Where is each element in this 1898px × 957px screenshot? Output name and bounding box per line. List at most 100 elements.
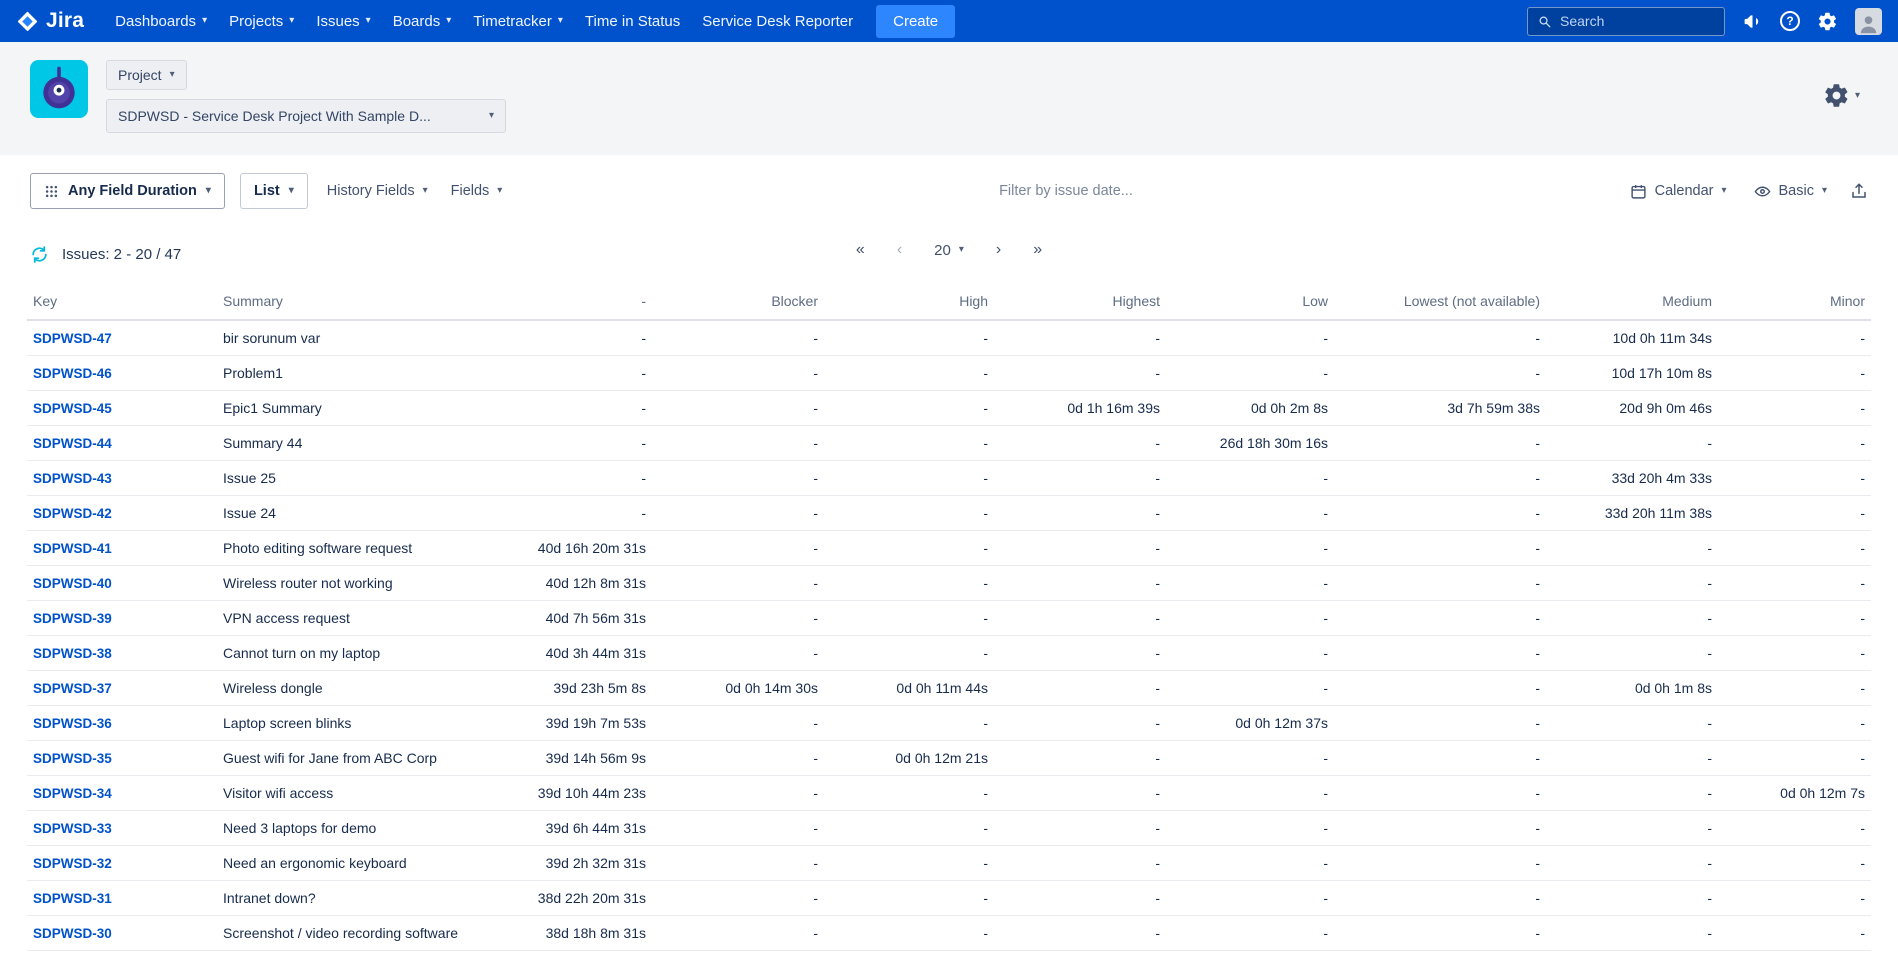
issue-key-link[interactable]: SDPWSD-35 bbox=[33, 751, 112, 766]
issue-key-link[interactable]: SDPWSD-30 bbox=[33, 926, 112, 941]
issue-summary: Intranet down? bbox=[217, 881, 517, 916]
first-page-button[interactable]: « bbox=[856, 241, 865, 259]
duration-cell: - bbox=[1166, 881, 1334, 916]
jira-logo-text: Jira bbox=[46, 9, 84, 33]
duration-cell: - bbox=[652, 776, 824, 811]
column-header-minor[interactable]: Minor bbox=[1718, 283, 1871, 320]
nav-item-boards[interactable]: Boards▾ bbox=[382, 0, 463, 42]
duration-cell: 10d 0h 11m 34s bbox=[1546, 320, 1718, 356]
column-header-medium[interactable]: Medium bbox=[1546, 283, 1718, 320]
export-button[interactable] bbox=[1850, 182, 1868, 200]
table-row: SDPWSD-47bir sorunum var------10d 0h 11m… bbox=[27, 320, 1871, 356]
duration-cell: - bbox=[1166, 916, 1334, 951]
chevron-down-icon: ▾ bbox=[206, 186, 211, 196]
table-row: SDPWSD-40Wireless router not working40d … bbox=[27, 566, 1871, 601]
jira-logo[interactable]: Jira bbox=[16, 9, 84, 33]
duration-cell: - bbox=[1166, 951, 1334, 957]
toolbar: Any Field Duration ▾ List ▾ History Fiel… bbox=[0, 155, 1898, 217]
duration-cell: - bbox=[1166, 811, 1334, 846]
project-avatar[interactable] bbox=[30, 60, 88, 133]
view-list-button[interactable]: List ▾ bbox=[240, 173, 308, 209]
column-header-highest[interactable]: Highest bbox=[994, 283, 1166, 320]
calendar-label: Calendar bbox=[1655, 183, 1714, 199]
last-page-button[interactable]: » bbox=[1033, 241, 1042, 259]
duration-cell: - bbox=[652, 356, 824, 391]
issue-summary: Wireless dongle bbox=[217, 671, 517, 706]
nav-item-dashboards[interactable]: Dashboards▾ bbox=[104, 0, 218, 42]
issue-key-link[interactable]: SDPWSD-47 bbox=[33, 331, 112, 346]
issue-key-link[interactable]: SDPWSD-40 bbox=[33, 576, 112, 591]
issue-key-link[interactable]: SDPWSD-41 bbox=[33, 541, 112, 556]
issue-key-link[interactable]: SDPWSD-37 bbox=[33, 681, 112, 696]
calendar-button[interactable]: Calendar ▾ bbox=[1626, 183, 1731, 200]
issue-key-link[interactable]: SDPWSD-44 bbox=[33, 436, 112, 451]
search-input[interactable] bbox=[1560, 13, 1715, 29]
nav-item-label: Time in Status bbox=[585, 13, 680, 30]
duration-cell: - bbox=[824, 706, 994, 741]
issue-date-filter-input[interactable] bbox=[521, 183, 1610, 199]
create-button[interactable]: Create bbox=[876, 5, 955, 38]
issue-key-link[interactable]: SDPWSD-31 bbox=[33, 891, 112, 906]
column-header-blocker[interactable]: Blocker bbox=[652, 283, 824, 320]
nav-item-service-desk-reporter[interactable]: Service Desk Reporter bbox=[691, 0, 864, 42]
history-fields-button[interactable]: History Fields ▾ bbox=[323, 183, 432, 199]
issue-key-link[interactable]: SDPWSD-36 bbox=[33, 716, 112, 731]
duration-cell: 0d 0h 12m 21s bbox=[824, 741, 994, 776]
field-duration-button[interactable]: Any Field Duration ▾ bbox=[30, 173, 225, 209]
column-header-key[interactable]: Key bbox=[27, 283, 217, 320]
issue-key-link[interactable]: SDPWSD-45 bbox=[33, 401, 112, 416]
duration-cell: 40d 7h 56m 31s bbox=[517, 601, 652, 636]
issue-key-link[interactable]: SDPWSD-46 bbox=[33, 366, 112, 381]
duration-cell: - bbox=[994, 706, 1166, 741]
column-header-summary[interactable]: Summary bbox=[217, 283, 517, 320]
page-size-select[interactable]: 20 ▾ bbox=[934, 242, 964, 259]
project-settings-gear-button[interactable]: ▾ bbox=[1823, 82, 1860, 109]
issue-key-link[interactable]: SDPWSD-43 bbox=[33, 471, 112, 486]
scope-label: Project bbox=[118, 67, 162, 83]
column-header-low[interactable]: Low bbox=[1166, 283, 1334, 320]
nav-item-projects[interactable]: Projects ▾ bbox=[218, 0, 305, 42]
next-page-button[interactable]: › bbox=[996, 241, 1001, 259]
basic-view-button[interactable]: Basic ▾ bbox=[1750, 183, 1832, 200]
issue-key-link[interactable]: SDPWSD-42 bbox=[33, 506, 112, 521]
issue-summary: Need 3 laptops for demo bbox=[217, 811, 517, 846]
megaphone-icon[interactable] bbox=[1742, 11, 1763, 32]
issue-summary: Wireless router not working bbox=[217, 566, 517, 601]
project-selector[interactable]: SDPWSD - Service Desk Project With Sampl… bbox=[106, 99, 506, 133]
duration-cell: - bbox=[1546, 636, 1718, 671]
issue-key-link[interactable]: SDPWSD-38 bbox=[33, 646, 112, 661]
duration-cell: - bbox=[994, 566, 1166, 601]
scope-selector[interactable]: Project ▾ bbox=[106, 60, 187, 90]
gear-icon[interactable] bbox=[1817, 11, 1838, 32]
nav-item-timetracker[interactable]: Timetracker▾ bbox=[462, 0, 574, 42]
duration-cell: - bbox=[1718, 671, 1871, 706]
issue-key-link[interactable]: SDPWSD-32 bbox=[33, 856, 112, 871]
user-avatar[interactable] bbox=[1855, 8, 1882, 35]
column-header-lowest[interactable]: Lowest (not available) bbox=[1334, 283, 1546, 320]
duration-cell: - bbox=[1334, 881, 1546, 916]
column-header-high[interactable]: High bbox=[824, 283, 994, 320]
nav-item-issues[interactable]: Issues▾ bbox=[305, 0, 381, 42]
help-icon[interactable]: ? bbox=[1780, 11, 1800, 31]
issue-key-link[interactable]: SDPWSD-33 bbox=[33, 821, 112, 836]
issue-summary: Need an ergonomic keyboard bbox=[217, 846, 517, 881]
issue-summary: Visitor wifi access bbox=[217, 776, 517, 811]
export-icon bbox=[1850, 182, 1868, 200]
column-header-none[interactable]: - bbox=[517, 283, 652, 320]
duration-cell: - bbox=[1166, 496, 1334, 531]
nav-item-label: Dashboards bbox=[115, 13, 196, 30]
duration-cell: - bbox=[1334, 741, 1546, 776]
issue-key-link[interactable]: SDPWSD-34 bbox=[33, 786, 112, 801]
duration-cell: - bbox=[1166, 776, 1334, 811]
prev-page-button[interactable]: ‹ bbox=[897, 241, 902, 259]
duration-cell: - bbox=[517, 320, 652, 356]
nav-item-time-in-status[interactable]: Time in Status bbox=[574, 0, 691, 42]
nav-item-label: Projects bbox=[229, 13, 283, 30]
duration-cell: - bbox=[652, 811, 824, 846]
duration-cell: - bbox=[1334, 601, 1546, 636]
duration-cell: - bbox=[994, 496, 1166, 531]
chevron-down-icon: ▾ bbox=[289, 16, 294, 26]
fields-button[interactable]: Fields ▾ bbox=[447, 183, 507, 199]
issue-key-link[interactable]: SDPWSD-39 bbox=[33, 611, 112, 626]
refresh-icon[interactable] bbox=[30, 245, 49, 264]
